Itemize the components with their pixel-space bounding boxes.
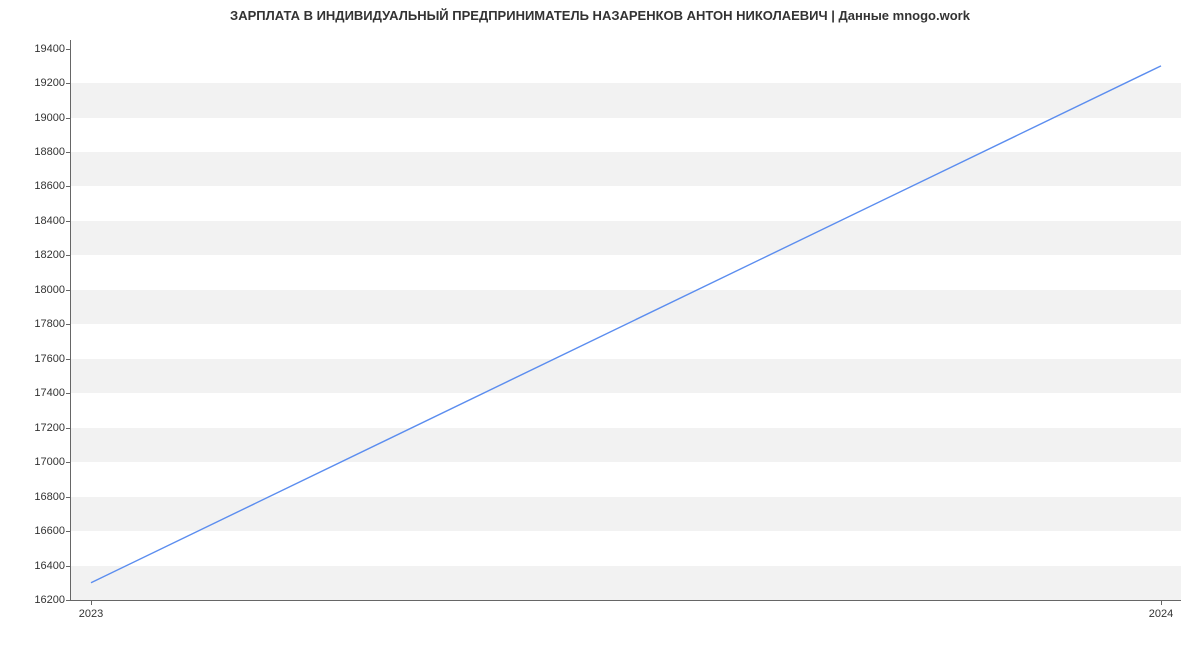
x-tick-mark	[91, 600, 92, 605]
y-tick-mark	[66, 393, 71, 394]
y-tick-mark	[66, 83, 71, 84]
line-layer	[71, 40, 1181, 600]
y-tick-mark	[66, 359, 71, 360]
y-tick-mark	[66, 290, 71, 291]
y-tick-mark	[66, 255, 71, 256]
y-tick-mark	[66, 221, 71, 222]
y-tick-mark	[66, 428, 71, 429]
y-tick-mark	[66, 531, 71, 532]
y-tick-mark	[66, 497, 71, 498]
chart-container: ЗАРПЛАТА В ИНДИВИДУАЛЬНЫЙ ПРЕДПРИНИМАТЕЛ…	[0, 0, 1200, 650]
y-tick-mark	[66, 566, 71, 567]
series-line	[91, 66, 1161, 583]
plot-area: 1620016400166001680017000172001740017600…	[70, 40, 1181, 601]
y-tick-mark	[66, 600, 71, 601]
x-tick-mark	[1161, 600, 1162, 605]
y-tick-mark	[66, 49, 71, 50]
y-tick-mark	[66, 118, 71, 119]
y-tick-mark	[66, 462, 71, 463]
y-tick-mark	[66, 324, 71, 325]
y-tick-mark	[66, 186, 71, 187]
chart-title: ЗАРПЛАТА В ИНДИВИДУАЛЬНЫЙ ПРЕДПРИНИМАТЕЛ…	[0, 8, 1200, 23]
y-tick-mark	[66, 152, 71, 153]
